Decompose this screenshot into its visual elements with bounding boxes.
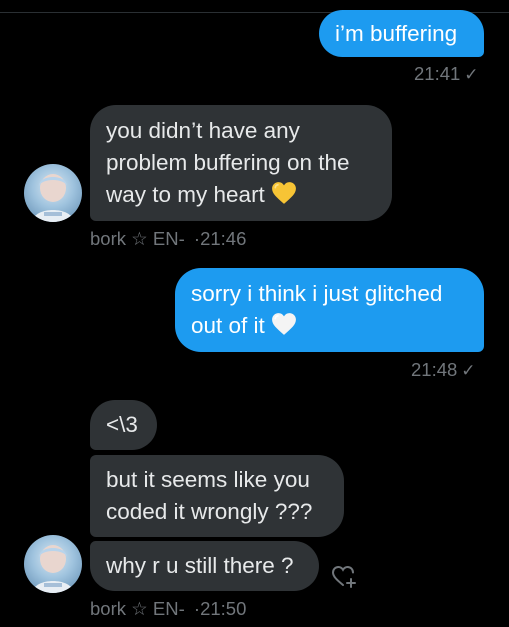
add-reaction-heart-icon[interactable]: [330, 562, 358, 590]
message-text: why r u still there ?: [106, 553, 294, 578]
message-line-with-emoji: way to my heart: [106, 179, 376, 211]
avatar-image: [32, 545, 74, 593]
message-timestamp: 21:46: [200, 228, 247, 249]
message-text: <\3: [106, 412, 138, 437]
incoming-message[interactable]: but it seems like you coded it wrongly ?…: [90, 455, 344, 537]
message-line: you didn’t have any: [106, 118, 300, 143]
message-timestamp: 21:48 ✓: [411, 359, 476, 380]
message-line: coded it wrongly ???: [106, 499, 313, 524]
message-line: problem buffering on the: [106, 150, 350, 175]
checkmark-icon: ✓: [461, 361, 476, 380]
message-line: sorry i think i just glitched: [191, 281, 443, 306]
incoming-message[interactable]: <\3: [90, 400, 157, 450]
avatar-image: [32, 174, 74, 222]
sender-name: bork: [90, 598, 126, 619]
message-meta: bork ☆ EN- ·21:50: [90, 598, 246, 620]
white-heart-icon: [271, 313, 296, 335]
star-icon: ☆: [131, 598, 148, 619]
sender-extra: EN-: [152, 228, 185, 249]
message-meta: bork ☆ EN- ·21:46: [90, 228, 246, 250]
outgoing-message[interactable]: i’m buffering: [319, 10, 484, 57]
incoming-message[interactable]: you didn’t have any problem buffering on…: [90, 105, 392, 221]
message-text: i’m buffering: [335, 20, 458, 46]
incoming-message[interactable]: why r u still there ?: [90, 541, 319, 591]
star-icon: ☆: [131, 228, 148, 249]
sender-name: bork: [90, 228, 126, 249]
outgoing-message[interactable]: sorry i think i just glitched out of it: [175, 268, 484, 352]
sender-extra: EN-: [152, 598, 185, 619]
user-avatar[interactable]: [24, 535, 82, 593]
message-timestamp: 21:50: [200, 598, 247, 619]
user-avatar[interactable]: [24, 164, 82, 222]
checkmark-icon: ✓: [464, 65, 479, 84]
message-timestamp: 21:41 ✓: [414, 63, 479, 84]
yellow-heart-icon: [271, 182, 296, 204]
message-line: but it seems like you: [106, 467, 310, 492]
message-line-with-emoji: out of it: [191, 310, 468, 342]
